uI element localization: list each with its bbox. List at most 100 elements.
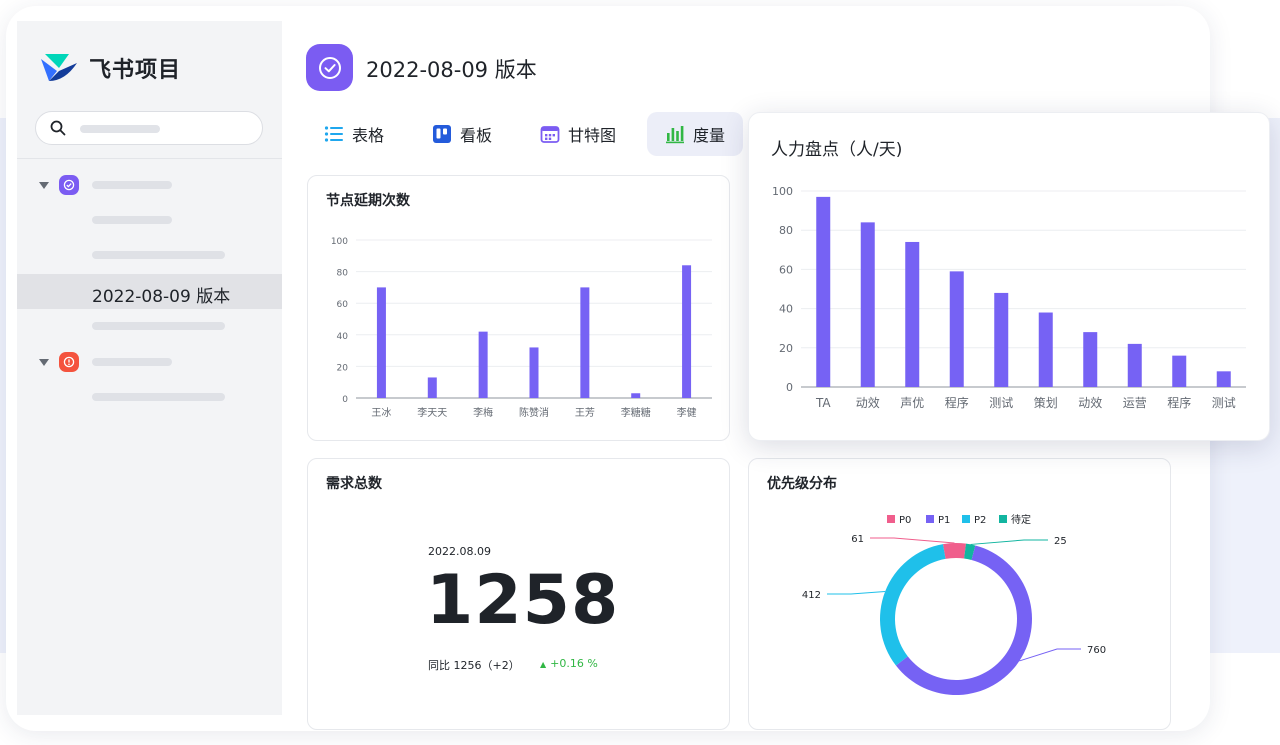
summary-yoy: 同比 1256（+2） [428, 659, 520, 672]
y-tick-label: 60 [779, 263, 793, 276]
bar [529, 347, 539, 398]
delay-bar-chart: 0 20 40 60 80 100 王冰 李天天 李梅 陈赞消 王芳 李糖糖 李健 [331, 237, 712, 419]
x-tick-label: 声优 [900, 396, 924, 410]
leader-line [827, 591, 886, 595]
bar-chart-icon [665, 124, 685, 144]
slice-value-label: 25 [1054, 536, 1067, 547]
tab-label: 甘特图 [568, 126, 617, 145]
bar [816, 196, 831, 387]
y-tick-label: 20 [779, 342, 793, 355]
x-tick-label: 测试 [1212, 395, 1236, 410]
x-tick-label: 动效 [856, 395, 880, 410]
list-icon [324, 125, 344, 143]
tree-item-skeleton[interactable] [92, 216, 172, 224]
tree-item-skeleton[interactable] [92, 181, 172, 189]
bar [1172, 355, 1187, 387]
collapse-arrow-icon[interactable] [39, 359, 49, 366]
kanban-icon [432, 124, 452, 144]
bar [905, 241, 920, 387]
y-tick-label: 20 [337, 363, 349, 373]
legend-label: P0 [899, 515, 911, 526]
search-placeholder-skeleton [80, 125, 160, 133]
bar [1127, 343, 1142, 387]
y-tick-label: 40 [779, 303, 793, 316]
tab-label: 度量 [693, 126, 726, 145]
bar [1038, 312, 1053, 387]
x-tick-label: 陈赞消 [519, 406, 549, 419]
x-tick-label: 李糖糖 [621, 406, 651, 419]
y-tick-label: 80 [337, 269, 349, 279]
x-tick-label: 王芳 [575, 406, 595, 419]
alert-icon [59, 352, 79, 372]
bar [427, 377, 437, 398]
delay-chart-card: 节点延期次数 0 20 40 60 80 100 王冰 李天天 李梅 陈赞消 王芳 李糖糖 李健 [307, 175, 730, 441]
bar [478, 331, 488, 398]
tab-label: 看板 [460, 126, 493, 145]
project-icon [306, 44, 353, 91]
sidebar-item-label: 2022-08-09 版本 [92, 287, 231, 307]
x-tick-label: TA [815, 396, 831, 410]
y-tick-label: 100 [772, 185, 793, 198]
manpower-chart-popup: 人力盘点（人/天) 0 20 40 60 80 100 TA 动效 声优 程序 测试 策划 动效 运营 程序… [748, 112, 1270, 441]
tab-gantt[interactable]: 甘特图 [532, 112, 640, 156]
summary-date: 2022.08.09 [428, 545, 491, 558]
leader-line [1019, 648, 1081, 662]
y-tick-label: 0 [786, 381, 793, 394]
slice-value-label: 412 [802, 590, 821, 601]
page-title: 2022-08-09 版本 [366, 58, 537, 82]
bar [1083, 332, 1098, 387]
summary-change: ▲ +0.16 % [540, 657, 598, 670]
x-tick-label: 动效 [1078, 395, 1102, 410]
legend-swatch [999, 515, 1007, 523]
tree-item-skeleton[interactable] [92, 322, 225, 330]
project-check-icon [59, 175, 79, 195]
slice-value-label: 760 [1087, 645, 1106, 656]
x-tick-label: 王冰 [371, 406, 391, 419]
bar [994, 292, 1009, 387]
slice-value-label: 61 [851, 534, 864, 545]
x-tick-label: 测试 [989, 395, 1013, 410]
tree-item-skeleton[interactable] [92, 358, 172, 366]
up-triangle-icon: ▲ [540, 660, 547, 669]
brand: 飞书项目 [39, 51, 181, 85]
y-tick-label: 100 [331, 237, 348, 247]
collapse-arrow-icon[interactable] [39, 182, 49, 189]
legend-swatch [962, 515, 970, 523]
x-tick-label: 程序 [1167, 395, 1191, 410]
feishu-logo-icon [41, 54, 77, 81]
tab-kanban[interactable]: 看板 [424, 112, 520, 156]
x-tick-label: 李健 [677, 406, 697, 419]
bar [631, 393, 641, 398]
donut-slice [880, 544, 946, 666]
sidebar-item-selected[interactable]: 2022-08-09 版本 [17, 274, 282, 309]
tab-metrics[interactable]: 度量 [647, 112, 743, 156]
priority-donut-chart: P0 P1 P2 待定 61 25 412 760 [802, 513, 1106, 695]
donut-slice [942, 543, 967, 559]
x-tick-label: 策划 [1034, 396, 1058, 410]
leader-line [970, 539, 1048, 545]
summary-value: 1258 [426, 561, 620, 640]
bar [1216, 371, 1231, 387]
tab-label: 表格 [352, 126, 385, 145]
bar [580, 287, 590, 398]
tab-table[interactable]: 表格 [316, 112, 404, 156]
y-tick-label: 60 [337, 300, 349, 310]
tree-item-skeleton[interactable] [92, 251, 225, 259]
priority-chart-card: 优先级分布 P0 P1 P2 待定 61 25 412 760 [748, 458, 1171, 730]
y-tick-label: 80 [779, 224, 793, 237]
legend-swatch [887, 515, 895, 523]
x-tick-label: 李天天 [417, 406, 447, 419]
search-input[interactable] [35, 111, 263, 145]
sidebar-divider [17, 158, 282, 159]
sidebar: 飞书项目 2022-08-09 版本 [17, 21, 282, 715]
legend-label: 待定 [1011, 513, 1031, 526]
legend-swatch [926, 515, 934, 523]
legend-label: P2 [974, 515, 986, 526]
tree-item-skeleton[interactable] [92, 393, 225, 401]
x-tick-label: 程序 [945, 395, 969, 410]
brand-name: 飞书项目 [89, 58, 182, 83]
card-title: 需求总数 [326, 476, 382, 492]
manpower-bar-chart: 0 20 40 60 80 100 TA 动效 声优 程序 测试 策划 动效 运营 程序 测试 [772, 185, 1246, 410]
bar [860, 222, 875, 387]
legend-label: P1 [938, 515, 950, 526]
